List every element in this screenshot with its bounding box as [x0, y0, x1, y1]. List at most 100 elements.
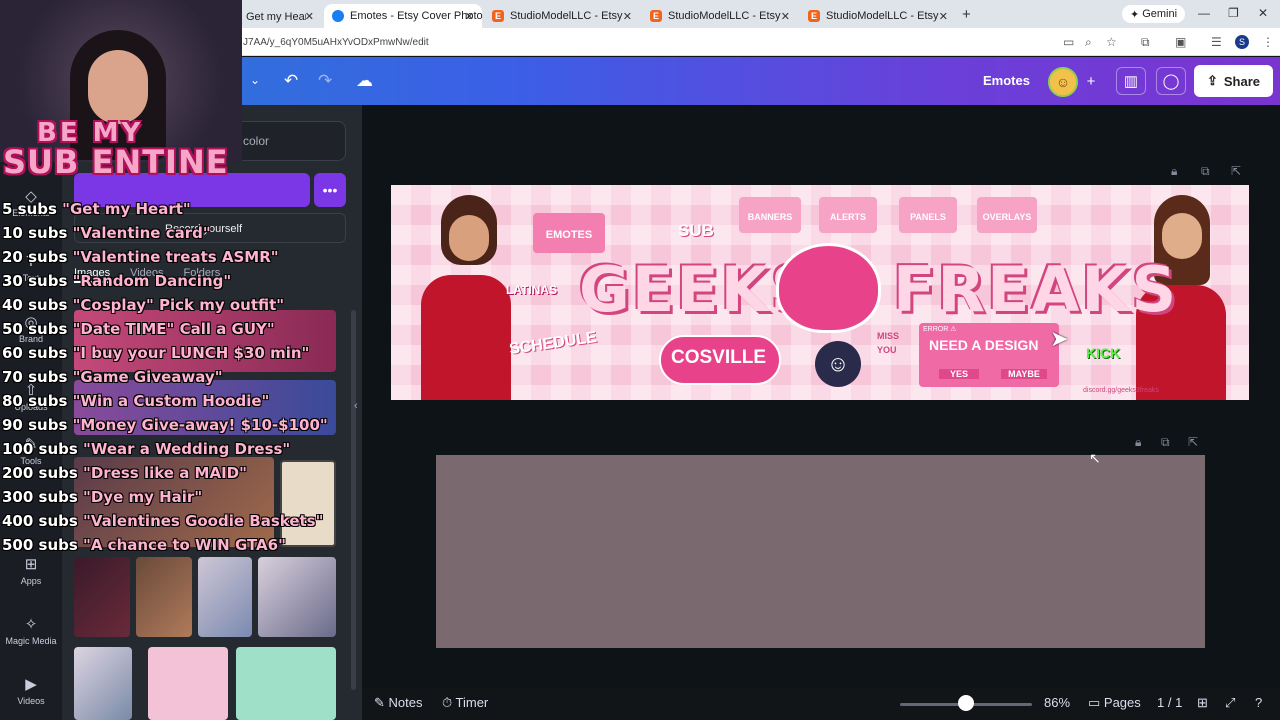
gift-sub-label: SUB [678, 221, 714, 240]
duplicate-page-icon[interactable]: ⧉ [1201, 164, 1210, 179]
sparkle-icon: ✦ [1130, 8, 1140, 21]
install-icon[interactable]: ▭ [1063, 35, 1074, 49]
goal-text: "Valentines Goodie Baskets" [77, 512, 324, 530]
folder-banners: BANNERS [739, 197, 801, 233]
upload-thumbnail[interactable] [198, 557, 252, 637]
insights-chart-icon[interactable]: ▥ [1116, 67, 1146, 95]
pointer-cursor-icon: ↖ [1089, 450, 1101, 466]
add-page-icon[interactable]: ⇱ [1188, 435, 1198, 449]
sub-goals-list: 5 subs "Get my Heart" 10 subs "Valentine … [2, 200, 342, 560]
help-icon[interactable]: ? [1255, 695, 1262, 710]
dialog-title: NEED A DESIGN [929, 337, 1039, 353]
browser-tab[interactable]: Get my Heart" ❤ ✕ [238, 4, 322, 28]
restore-icon[interactable]: ❐ [1228, 6, 1239, 20]
goal-text: "A chance to WIN GTA6" [77, 536, 286, 554]
panel-scrollbar[interactable] [351, 310, 356, 690]
gemini-button[interactable]: ✦ Gemini [1122, 5, 1186, 23]
goal-count: 70 subs [2, 368, 68, 386]
sub-goal-item: 400 subs "Valentines Goodie Baskets" [2, 512, 342, 536]
gemini-label: Gemini [1142, 8, 1178, 20]
goal-text: "I buy your LUNCH $30 min" [67, 344, 310, 362]
browser-tab-active[interactable]: Emotes - Etsy Cover Photo ✕ [324, 4, 483, 28]
browser-tab[interactable]: E StudioModelLLC - Etsy ✕ [642, 4, 798, 28]
goal-text: "Cosplay" Pick my outfit" [67, 296, 285, 314]
new-tab-plus-icon[interactable]: + [962, 6, 971, 23]
tab-title: StudioModelLLC - Etsy [510, 10, 623, 22]
folder-alerts: ALERTS [819, 197, 877, 233]
cast-icon[interactable]: ▣ [1175, 35, 1186, 49]
sub-goal-item: 10 subs "Valentine card" [2, 224, 342, 248]
rail-label: Magic Media [5, 636, 57, 646]
duplicate-page-icon[interactable]: ⧉ [1161, 435, 1170, 450]
url-text[interactable]: J7AA/y_6qY0M5uAHxYvODxPmwNw/edit [243, 37, 429, 48]
tab-title: Get my Heart" ❤ [246, 10, 306, 23]
upload-thumbnail[interactable] [148, 647, 228, 720]
upload-thumbnail[interactable] [74, 557, 130, 637]
chevron-down-icon[interactable]: ⌄ [250, 73, 260, 87]
close-tab-icon[interactable]: ✕ [781, 10, 790, 23]
etsy-favicon-icon: E [492, 10, 504, 22]
fullscreen-icon[interactable]: ⤢ [1225, 695, 1235, 711]
sub-goal-item: 60 subs "I buy your LUNCH $30 min" [2, 344, 342, 368]
add-collaborator-plus-icon[interactable]: + [1076, 67, 1106, 95]
grid-view-icon[interactable]: ⊞ [1197, 695, 1208, 711]
browser-tab[interactable]: E StudioModelLLC - Etsy ✕ [484, 4, 640, 28]
close-tab-icon[interactable]: ✕ [623, 10, 632, 23]
upload-thumbnail[interactable] [236, 647, 336, 720]
reading-list-icon[interactable]: ☰ [1211, 35, 1222, 49]
add-page-icon[interactable]: ⇱ [1231, 164, 1241, 178]
sub-goal-item: 50 subs "Date TIME" Call a GUY" [2, 320, 342, 344]
collaborator-avatar[interactable]: ☺ [1048, 67, 1078, 97]
upload-thumbnail[interactable] [258, 557, 336, 637]
bottom-toolbar: ✎ Notes ⏱ Timer 86% ▭ Pages 1 / 1 ⊞ ⤢ ? [362, 688, 1280, 720]
bookmark-star-icon[interactable]: ☆ [1106, 35, 1117, 49]
zoom-slider-knob[interactable] [958, 695, 974, 711]
video-icon: ▶ [25, 676, 37, 693]
canva-favicon-icon [332, 10, 344, 22]
menu-dots-icon[interactable]: ⋮ [1262, 35, 1274, 49]
undo-icon[interactable]: ↶ [284, 71, 298, 91]
document-title[interactable]: Emotes [983, 73, 1030, 88]
banner-title-freaks: FREAKS [893, 253, 1179, 326]
close-tab-icon[interactable]: ✕ [939, 10, 948, 23]
notes-button[interactable]: ✎ Notes [374, 695, 422, 711]
zoom-icon[interactable]: ⌕ [1085, 35, 1092, 50]
rail-item-videos[interactable]: ▶ Videos [0, 675, 62, 706]
goal-text: "Wear a Wedding Dress" [77, 440, 291, 458]
share-button[interactable]: ⇪ Share [1194, 65, 1273, 97]
sub-goal-item: 5 subs "Get my Heart" [2, 200, 342, 224]
lock-icon[interactable]: 🔒︎ [1135, 435, 1141, 450]
discord-link: discord.gg/geeks3freaks [1083, 387, 1159, 394]
close-tab-icon[interactable]: ✕ [465, 10, 474, 23]
extensions-icon[interactable]: ⧉ [1141, 35, 1150, 50]
share-label: Share [1223, 73, 1261, 89]
badge-line-2: SUB ENTINE [3, 143, 229, 181]
redo-icon[interactable]: ↷ [318, 71, 332, 91]
etsy-cover-banner[interactable]: EMOTES BANNERS ALERTS PANELS OVERLAYS SU… [391, 185, 1249, 400]
upload-thumbnail[interactable] [74, 647, 132, 720]
goal-count: 90 subs [2, 416, 68, 434]
blank-page-2[interactable] [436, 455, 1205, 648]
streamer-face [88, 50, 148, 124]
goal-count: 20 subs [2, 248, 68, 266]
goal-text: "Valentine treats ASMR" [67, 248, 279, 266]
goal-count: 60 subs [2, 344, 68, 362]
close-tab-icon[interactable]: ✕ [305, 10, 314, 23]
folder-emotes: EMOTES [533, 213, 605, 253]
close-window-icon[interactable]: ✕ [1258, 6, 1268, 20]
sub-goal-item: 300 subs "Dye my Hair" [2, 488, 342, 512]
design-dialog: ERROR ⚠ NEED A DESIGN YES MAYBE [919, 323, 1059, 387]
pages-button[interactable]: ▭ Pages [1088, 695, 1141, 711]
rail-item-magic-media[interactable]: ✧ Magic Media [0, 615, 62, 646]
goal-text: "Date TIME" Call a GUY" [67, 320, 275, 338]
upload-thumbnail[interactable] [136, 557, 192, 637]
comment-icon[interactable]: ◯ [1156, 67, 1186, 95]
lock-icon[interactable]: 🔒︎ [1171, 164, 1177, 179]
profile-avatar[interactable]: S [1235, 35, 1249, 49]
timer-button[interactable]: ⏱ Timer [442, 695, 488, 711]
cloud-save-icon[interactable]: ☁ [356, 71, 373, 91]
browser-tab[interactable]: E StudioModelLLC - Etsy ✕ [800, 4, 956, 28]
minimize-icon[interactable]: — [1198, 6, 1210, 20]
sub-goal-item: 90 subs "Money Give-away! $10-$100" [2, 416, 342, 440]
zoom-level[interactable]: 86% [1044, 695, 1070, 710]
